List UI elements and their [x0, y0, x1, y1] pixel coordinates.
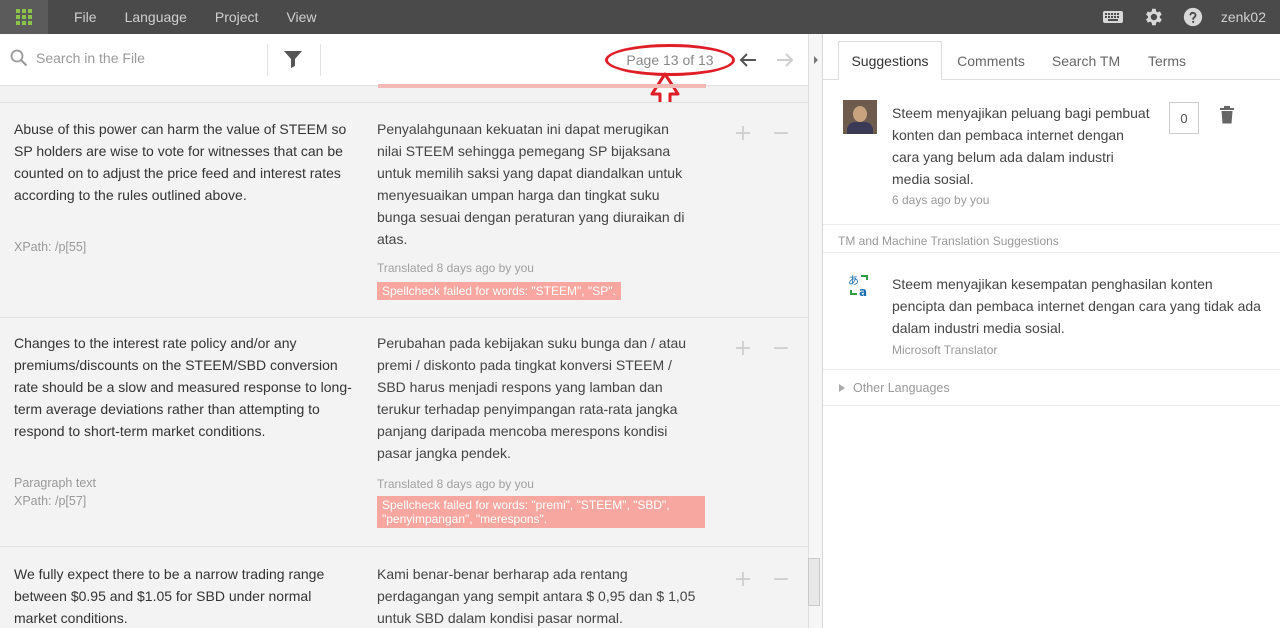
delete-suggestion-button[interactable]: [1219, 106, 1235, 129]
tab-suggestions[interactable]: Suggestions: [838, 41, 942, 80]
source-text: We fully expect there to be a narrow tra…: [14, 566, 325, 626]
toolbar-divider: [320, 44, 321, 76]
gear-icon[interactable]: [1133, 0, 1173, 34]
keyboard-icon[interactable]: [1093, 0, 1133, 34]
filter-icon[interactable]: [282, 48, 304, 75]
help-icon[interactable]: [1173, 0, 1213, 34]
search-icon: [10, 49, 28, 67]
menu-view[interactable]: View: [272, 9, 330, 25]
main-menu: File Language Project View: [60, 0, 331, 34]
expand-triangle-icon: [839, 383, 845, 392]
spellcheck-warning: Spellcheck failed for words: "premi", "S…: [377, 496, 705, 528]
remove-button[interactable]: −: [762, 336, 800, 361]
top-menu-bar: File Language Project View zenk02: [0, 0, 1280, 34]
menu-file[interactable]: File: [60, 9, 111, 25]
tab-terms[interactable]: Terms: [1135, 41, 1199, 80]
scrollbar-thumb[interactable]: [808, 558, 820, 606]
trash-icon: [1220, 106, 1234, 124]
tm-suggestion-item[interactable]: あ a Steem menyajikan kesempatan penghasi…: [823, 252, 1280, 370]
tab-search-tm[interactable]: Search TM: [1041, 41, 1131, 80]
suggestions-panel: Suggestions Comments Search TM Terms Ste…: [823, 34, 1280, 628]
translated-meta: Translated 8 days ago by you: [377, 477, 534, 491]
add-button[interactable]: +: [724, 336, 762, 361]
previous-page-button[interactable]: [735, 47, 761, 73]
target-text[interactable]: Penyalahgunaan kekuatan ini dapat merugi…: [377, 118, 697, 250]
apps-button[interactable]: [0, 0, 48, 34]
add-button[interactable]: +: [724, 567, 762, 592]
translated-meta: Translated 8 days ago by you: [377, 261, 534, 275]
target-text[interactable]: Kami benar-benar berharap ada rentang pe…: [377, 563, 697, 628]
menu-language[interactable]: Language: [111, 9, 201, 25]
tab-comments[interactable]: Comments: [945, 41, 1037, 80]
tm-suggestion-text[interactable]: Steem menyajikan kesempatan penghasilan …: [892, 273, 1262, 339]
username[interactable]: zenk02: [1213, 9, 1280, 25]
segment-note: Paragraph text: [14, 476, 96, 490]
search-box[interactable]: [10, 49, 256, 67]
segment-list: Abuse of this power can harm the value o…: [0, 86, 808, 628]
machine-translation-icon: あ a: [848, 274, 868, 297]
add-button[interactable]: +: [724, 121, 762, 146]
suggestion-meta: 6 days ago by you: [892, 193, 990, 207]
source-text: Abuse of this power can harm the value o…: [14, 121, 347, 203]
avatar: [843, 100, 877, 134]
panel-tabs: Suggestions Comments Search TM Terms: [823, 34, 1280, 80]
arrow-left-icon: [739, 53, 756, 67]
segment-actions: + −: [724, 121, 800, 146]
other-languages-toggle[interactable]: Other Languages: [823, 370, 1280, 406]
collapse-panel-icon[interactable]: [812, 54, 820, 66]
segment-row[interactable]: Abuse of this power can harm the value o…: [0, 103, 808, 318]
other-languages-label: Other Languages: [853, 380, 950, 395]
svg-text:あ: あ: [848, 274, 859, 287]
segment-actions: + −: [724, 567, 800, 592]
suggestion-text[interactable]: Steem menyajikan peluang bagi pembuat ko…: [892, 102, 1152, 190]
tm-source: Microsoft Translator: [892, 343, 998, 357]
next-page-button[interactable]: [772, 47, 798, 73]
arrow-right-icon: [777, 53, 794, 67]
remove-button[interactable]: −: [762, 121, 800, 146]
menu-project[interactable]: Project: [201, 9, 273, 25]
apps-icon: [16, 9, 32, 25]
segment-actions: + −: [724, 336, 800, 361]
panel-divider[interactable]: [808, 34, 823, 628]
tm-section-header: TM and Machine Translation Suggestions: [838, 234, 1059, 248]
segment-xpath: XPath: /p[55]: [14, 240, 87, 254]
svg-text:a: a: [859, 285, 867, 297]
segment-row[interactable]: Changes to the interest rate policy and/…: [0, 318, 808, 547]
segment-xpath: XPath: /p[57]: [14, 494, 87, 508]
segment-row[interactable]: We fully expect there to be a narrow tra…: [0, 547, 808, 628]
search-input[interactable]: [36, 50, 256, 66]
toolbar-divider: [267, 44, 268, 76]
source-text: Changes to the interest rate policy and/…: [14, 335, 352, 439]
vote-count[interactable]: 0: [1169, 102, 1199, 134]
remove-button[interactable]: −: [762, 567, 800, 592]
target-text[interactable]: Perubahan pada kebijakan suku bunga dan …: [377, 332, 697, 464]
spellcheck-warning: Spellcheck failed for words: "STEEM", "S…: [377, 282, 621, 300]
